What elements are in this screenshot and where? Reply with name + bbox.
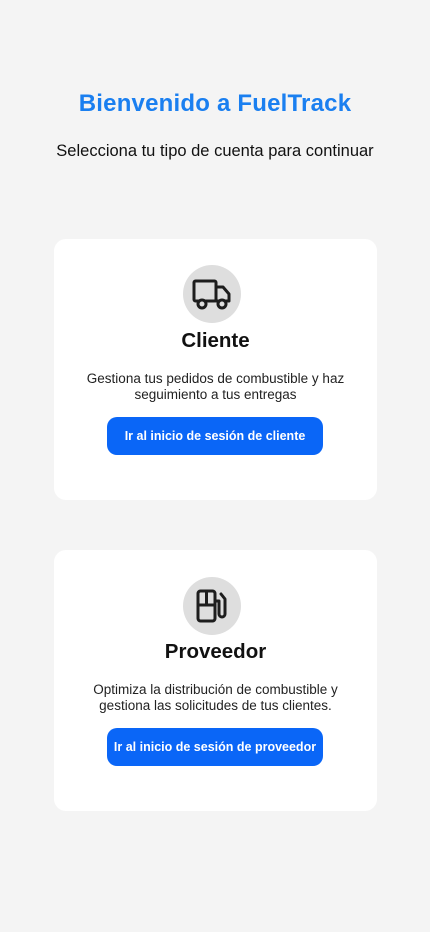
page-subtitle: Selecciona tu tipo de cuenta para contin… [56, 142, 374, 160]
page-title: Bienvenido a FuelTrack [78, 90, 352, 117]
client-login-button[interactable]: Ir al inicio de sesión de cliente [107, 417, 323, 455]
client-card: Cliente Gestiona tus pedidos de combusti… [54, 239, 377, 500]
provider-card-title: Proveedor [164, 640, 267, 663]
provider-card-description: Optimiza la distribución de combustible … [93, 682, 338, 713]
client-card-description: Gestiona tus pedidos de combustible y ha… [86, 371, 345, 402]
truck-icon [183, 265, 241, 323]
client-card-title: Cliente [181, 329, 250, 352]
fuel-pump-icon [183, 577, 241, 635]
provider-card: Proveedor Optimiza la distribución de co… [54, 550, 377, 811]
provider-login-button[interactable]: Ir al inicio de sesión de proveedor [107, 728, 323, 766]
